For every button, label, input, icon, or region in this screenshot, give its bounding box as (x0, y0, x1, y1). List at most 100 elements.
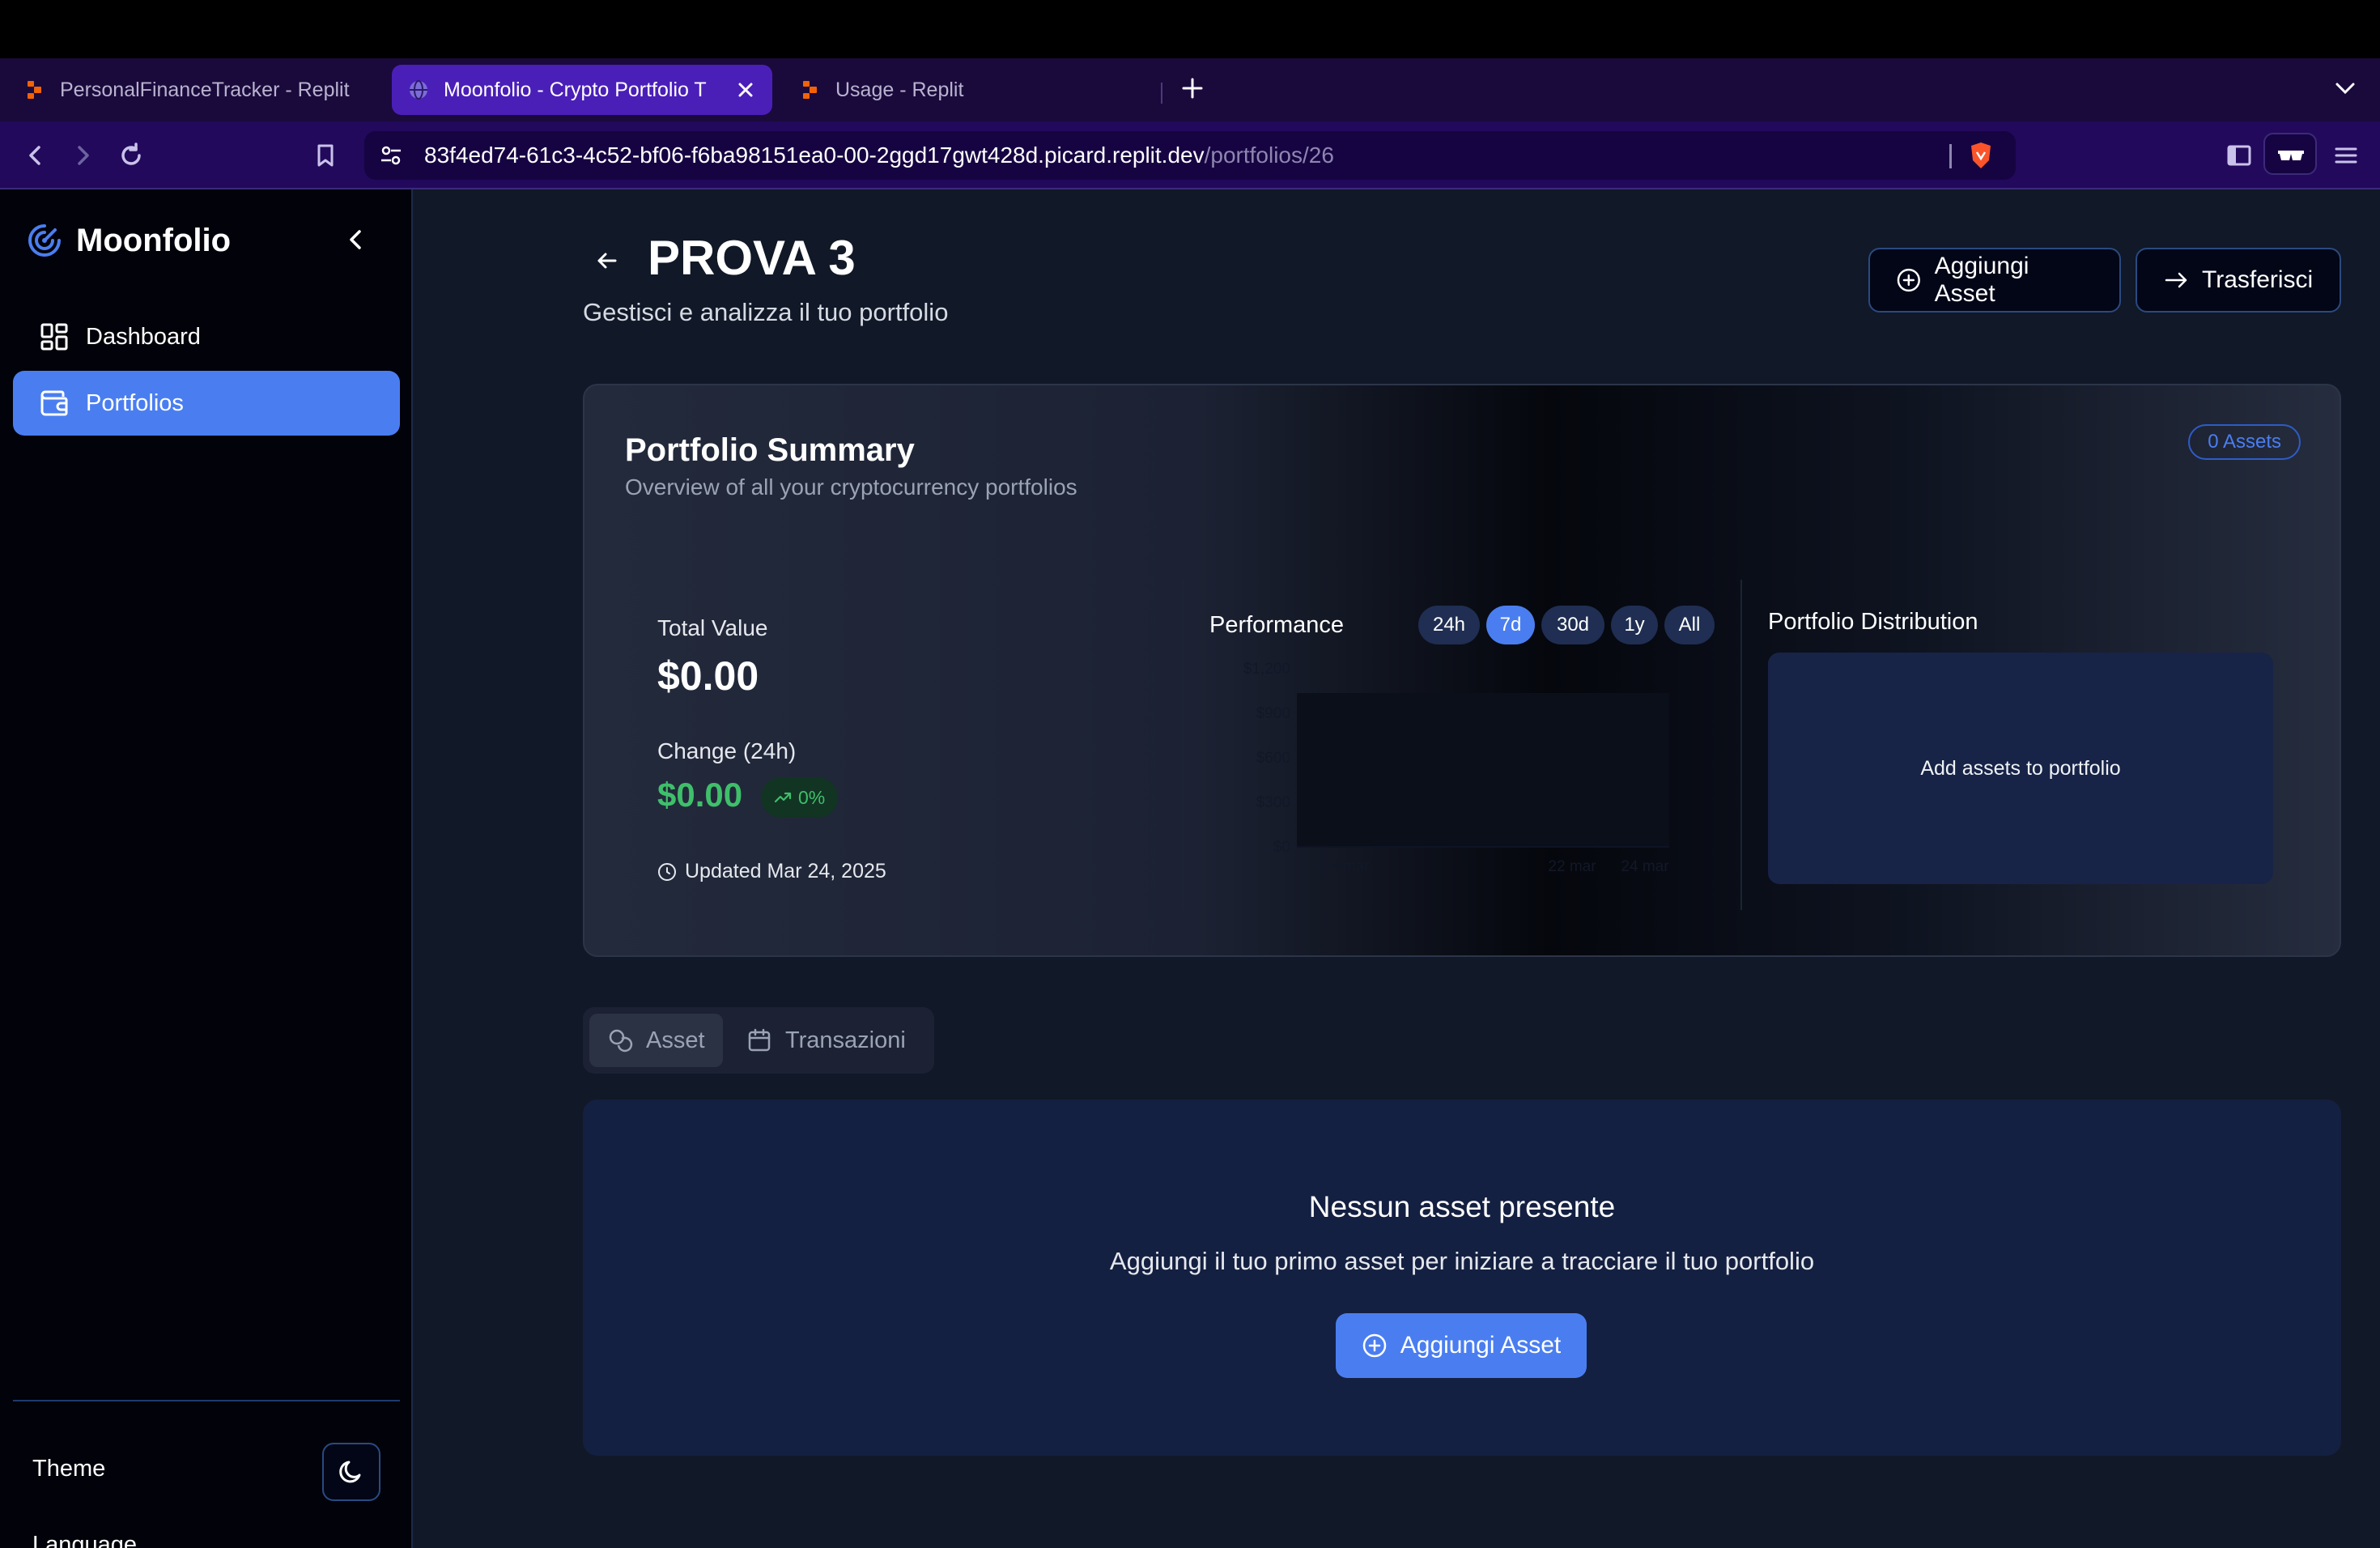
summary-title: Portfolio Summary (625, 432, 915, 468)
sidebar: Moonfolio Dashboard Portfolios Theme Lan… (0, 189, 413, 1548)
sidebar-toggle-icon[interactable] (2225, 141, 2254, 170)
close-icon[interactable] (735, 79, 756, 100)
brave-shield-icon[interactable] (1967, 141, 1995, 170)
browser-tab-usage[interactable]: Usage - Replit (784, 65, 1140, 115)
transfer-button[interactable]: Trasferisci (2136, 248, 2341, 313)
distribution-title: Portfolio Distribution (1768, 609, 1978, 635)
assets-empty-state: Nessun asset presente Aggiungi il tuo pr… (583, 1099, 2341, 1456)
tab-asset[interactable]: Asset (589, 1014, 723, 1067)
distribution-empty-state: Add assets to portfolio (1768, 653, 2273, 884)
updated-text: Updated Mar 24, 2025 (685, 860, 886, 882)
range-24h-button[interactable]: 24h (1418, 606, 1480, 644)
url-divider (1949, 144, 1952, 168)
change-percent-badge: 0% (761, 777, 839, 818)
page-title: PROVA 3 (648, 231, 856, 285)
moon-icon (339, 1461, 361, 1483)
browser-tab-title: PersonalFinanceTracker - Replit (60, 78, 350, 101)
clock-icon (658, 862, 676, 881)
wallet-icon (40, 390, 68, 416)
app-root: Moonfolio Dashboard Portfolios Theme Lan… (0, 189, 2380, 1548)
chart-x-tick-label: 24 mar (1621, 858, 1669, 875)
glasses-icon (2278, 151, 2304, 160)
calendar-icon (748, 1028, 771, 1052)
assets-count-badge: 0 Assets (2188, 424, 2301, 460)
add-asset-button[interactable]: Aggiungi Asset (1868, 248, 2121, 313)
chart-y-tick-label: $0 (1273, 839, 1290, 856)
url-host: 83f4ed74-61c3-4c52-bf06-f6ba98151ea0-00-… (424, 142, 1205, 168)
os-top-bar (0, 0, 2380, 58)
tab-transactions-label: Transazioni (785, 1027, 906, 1053)
range-7d-button[interactable]: 7d (1486, 606, 1535, 644)
theme-toggle-button[interactable] (322, 1443, 380, 1501)
sidebar-divider (13, 1400, 400, 1401)
empty-add-asset-label: Aggiungi Asset (1400, 1332, 1562, 1359)
summary-subtitle: Overview of all your cryptocurrency port… (625, 474, 1077, 500)
chart-x-tick-label: 18 mar (1321, 858, 1370, 875)
reload-icon[interactable] (117, 141, 146, 170)
chart-plot-area (1297, 693, 1669, 847)
url-field[interactable]: 83f4ed74-61c3-4c52-bf06-f6ba98151ea0-00-… (364, 131, 2016, 180)
browser-tab-personal-finance[interactable]: PersonalFinanceTracker - Replit (8, 65, 380, 115)
browser-tab-title: Usage - Replit (835, 78, 964, 101)
brand[interactable]: Moonfolio (26, 222, 231, 259)
portfolio-summary-card: Portfolio Summary Overview of all your c… (583, 384, 2341, 957)
moonfolio-logo-icon (28, 224, 61, 257)
reader-mode-button[interactable] (2263, 133, 2317, 175)
performance-chart-svg: $1,200 $900 $600 $300 $0 18 mar 22 mar 24 mar (1243, 661, 1669, 875)
range-1y-button[interactable]: 1y (1611, 606, 1658, 644)
main-content: PROVA 3 Gestisci e analizza il tuo portf… (413, 189, 2380, 1548)
empty-state-title: Nessun asset presente (1308, 1190, 1616, 1223)
theme-label: Theme (32, 1456, 106, 1482)
back-arrow-icon[interactable] (21, 141, 50, 170)
menu-icon[interactable] (2331, 141, 2361, 170)
forward-arrow-icon[interactable] (68, 141, 97, 170)
arrow-right-icon (2165, 272, 2187, 288)
trending-up-icon (774, 792, 792, 803)
tab-separator (1161, 83, 1162, 104)
empty-state-subtitle: Aggiungi il tuo primo asset per iniziare… (1109, 1247, 1815, 1275)
chevron-down-icon[interactable] (2333, 79, 2357, 97)
chart-x-tick-label: 22 mar (1548, 858, 1596, 875)
performance-chart: $1,200 $900 $600 $300 $0 18 mar 22 mar 24 mar (1232, 653, 1685, 895)
plus-circle-icon (1362, 1333, 1386, 1358)
transfer-label: Trasferisci (2202, 266, 2314, 293)
performance-title: Performance (1209, 612, 1345, 638)
dashboard-grid-icon (40, 323, 68, 351)
chart-y-tick-label: $300 (1256, 794, 1290, 811)
range-30d-button[interactable]: 30d (1541, 606, 1604, 644)
url-path: /portfolios/26 (1204, 142, 1334, 168)
column-divider (1740, 580, 1742, 910)
bookmark-icon[interactable] (311, 141, 340, 170)
chart-y-tick-label: $600 (1256, 750, 1290, 767)
coins-icon (609, 1029, 633, 1053)
browser-tab-moonfolio[interactable]: Moonfolio - Crypto Portfolio T (392, 65, 772, 115)
updated-timestamp: Updated Mar 24, 2025 (657, 860, 886, 883)
add-asset-label: Aggiungi Asset (1934, 253, 2029, 307)
content-tabs: Asset Transazioni (583, 1007, 934, 1074)
collapse-sidebar-icon[interactable] (343, 225, 368, 254)
column-divider (1182, 580, 1184, 910)
sidebar-item-label: Portfolios (86, 389, 184, 416)
total-value-label: Total Value (657, 615, 768, 640)
sidebar-item-dashboard[interactable]: Dashboard (13, 304, 400, 369)
distribution-empty-text: Add assets to portfolio (1920, 756, 2121, 780)
sidebar-item-label: Dashboard (86, 323, 201, 350)
range-all-button[interactable]: All (1664, 606, 1715, 644)
site-settings-icon[interactable] (379, 143, 403, 168)
replit-icon (803, 81, 817, 99)
replit-icon (28, 81, 41, 99)
brand-name: Moonfolio (76, 222, 232, 258)
change-percent: 0% (798, 786, 826, 808)
back-arrow-icon[interactable] (593, 246, 622, 275)
total-value: $0.00 (657, 653, 759, 699)
sidebar-item-portfolios[interactable]: Portfolios (13, 371, 400, 436)
change-value: $0.00 (657, 776, 743, 814)
chart-y-tick-label: $1,200 (1243, 661, 1290, 678)
page-subtitle: Gestisci e analizza il tuo portfolio (583, 298, 949, 326)
tab-transactions[interactable]: Transazioni (729, 1014, 924, 1067)
globe-icon (410, 80, 427, 100)
empty-add-asset-button[interactable]: Aggiungi Asset (1336, 1313, 1587, 1378)
change-label: Change (24h) (657, 738, 797, 763)
address-bar-row: 83f4ed74-61c3-4c52-bf06-f6ba98151ea0-00-… (0, 121, 2380, 189)
new-tab-icon[interactable] (1179, 74, 1206, 102)
